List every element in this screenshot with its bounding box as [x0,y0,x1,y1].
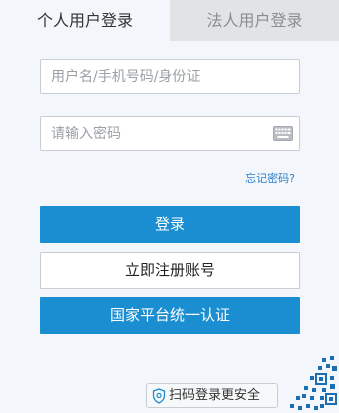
tab-personal-login[interactable]: 个人用户登录 [0,0,170,41]
password-input[interactable] [51,117,271,150]
national-auth-button[interactable]: 国家平台统一认证 [40,297,300,334]
login-button[interactable]: 登录 [40,206,300,243]
forgot-password-link[interactable]: 忘记密码? [245,170,295,186]
tab-corporate-login[interactable]: 法人用户登录 [170,0,339,41]
shield-icon [152,388,166,404]
password-field[interactable] [40,116,300,151]
register-button[interactable]: 立即注册账号 [40,252,300,289]
login-panel: 个人用户登录 法人用户登录 忘记密码? 登录 立即注册账号 [0,0,339,413]
scan-login-button[interactable]: 扫码登录更安全 [146,383,278,408]
keyboard-icon[interactable] [273,126,293,141]
scan-login-label: 扫码登录更安全 [169,388,261,403]
login-tabs: 个人用户登录 法人用户登录 [0,0,339,41]
username-input[interactable] [51,60,271,93]
username-field[interactable] [40,59,300,94]
qr-code-icon[interactable] [286,352,339,413]
